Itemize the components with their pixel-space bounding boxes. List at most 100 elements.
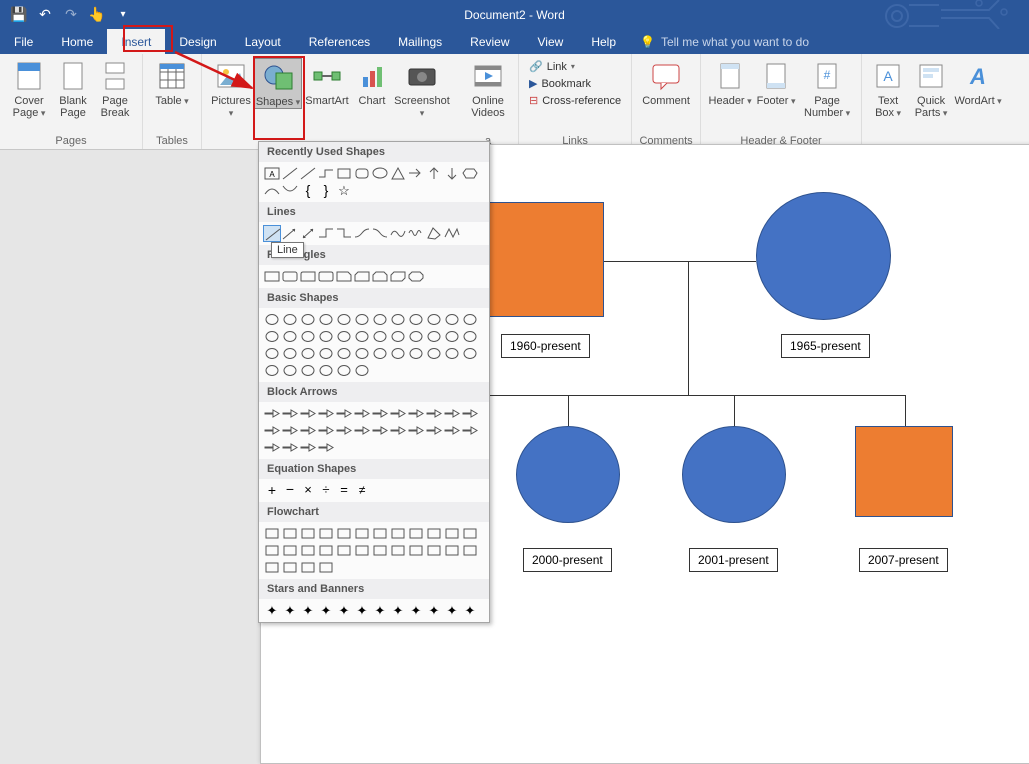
arrow-shape-icon[interactable] bbox=[371, 422, 389, 439]
star-shape-icon[interactable]: ✦ bbox=[299, 602, 317, 619]
eq-eq-icon[interactable]: = bbox=[335, 482, 353, 499]
smartart-button[interactable]: SmartArt bbox=[302, 58, 352, 107]
wordart-button[interactable]: A WordArt bbox=[954, 58, 1002, 107]
basic-shape-icon[interactable] bbox=[443, 311, 461, 328]
arrow-shape-icon[interactable] bbox=[281, 439, 299, 456]
line-curve2-icon[interactable] bbox=[371, 225, 389, 242]
rect4-icon[interactable] bbox=[317, 268, 335, 285]
qat-more-icon[interactable]: ▾ bbox=[112, 4, 134, 26]
star-shape-icon[interactable]: ✦ bbox=[263, 602, 281, 619]
basic-shape-icon[interactable] bbox=[353, 362, 371, 379]
shape-brace-l-icon[interactable]: { bbox=[299, 182, 317, 199]
flowchart-shape-icon[interactable] bbox=[281, 542, 299, 559]
redo-icon[interactable]: ↷ bbox=[60, 4, 82, 26]
basic-shape-icon[interactable] bbox=[353, 345, 371, 362]
star-shape-icon[interactable]: ✦ bbox=[317, 602, 335, 619]
flowchart-shape-icon[interactable] bbox=[389, 525, 407, 542]
flowchart-shape-icon[interactable] bbox=[371, 525, 389, 542]
flowchart-shape-icon[interactable] bbox=[407, 525, 425, 542]
cover-page-button[interactable]: Cover Page bbox=[6, 58, 52, 119]
label-4[interactable]: 2001-present bbox=[689, 548, 778, 572]
label-5[interactable]: 2007-present bbox=[859, 548, 948, 572]
rect2-icon[interactable] bbox=[281, 268, 299, 285]
flowchart-shape-icon[interactable] bbox=[263, 559, 281, 576]
tell-me-search[interactable]: 💡 Tell me what you want to do bbox=[640, 29, 809, 54]
flowchart-shape-icon[interactable] bbox=[335, 542, 353, 559]
shape-textbox-icon[interactable]: A bbox=[263, 165, 281, 182]
eq-plus-icon[interactable]: + bbox=[263, 482, 281, 499]
basic-shape-icon[interactable] bbox=[317, 311, 335, 328]
shape-tri-icon[interactable] bbox=[389, 165, 407, 182]
flowchart-shape-icon[interactable] bbox=[263, 542, 281, 559]
flowchart-shape-icon[interactable] bbox=[461, 525, 479, 542]
tab-references[interactable]: References bbox=[295, 29, 384, 54]
arrow-shape-icon[interactable] bbox=[371, 405, 389, 422]
shape-star-icon[interactable]: ☆ bbox=[335, 182, 353, 199]
arrow-shape-icon[interactable] bbox=[425, 422, 443, 439]
flowchart-shape-icon[interactable] bbox=[389, 542, 407, 559]
arrow-shape-icon[interactable] bbox=[263, 405, 281, 422]
flowchart-shape-icon[interactable] bbox=[461, 542, 479, 559]
rect9-icon[interactable] bbox=[407, 268, 425, 285]
arrow-shape-icon[interactable] bbox=[425, 405, 443, 422]
flowchart-shape-icon[interactable] bbox=[281, 559, 299, 576]
shape-connector-icon[interactable] bbox=[317, 165, 335, 182]
rect8-icon[interactable] bbox=[389, 268, 407, 285]
basic-shape-icon[interactable] bbox=[407, 345, 425, 362]
arrow-shape-icon[interactable] bbox=[299, 405, 317, 422]
basic-shape-icon[interactable] bbox=[263, 362, 281, 379]
shape-circle-1[interactable] bbox=[756, 192, 891, 320]
shape-curve-icon[interactable] bbox=[263, 182, 281, 199]
basic-shape-icon[interactable] bbox=[317, 328, 335, 345]
comment-button[interactable]: Comment bbox=[638, 58, 694, 107]
arrow-shape-icon[interactable] bbox=[389, 405, 407, 422]
basic-shape-icon[interactable] bbox=[389, 328, 407, 345]
basic-shape-icon[interactable] bbox=[335, 328, 353, 345]
basic-shape-icon[interactable] bbox=[335, 311, 353, 328]
page-break-button[interactable]: Page Break bbox=[94, 58, 136, 119]
rect1-icon[interactable] bbox=[263, 268, 281, 285]
shape-oval-icon[interactable] bbox=[371, 165, 389, 182]
basic-shape-icon[interactable] bbox=[317, 345, 335, 362]
flowchart-shape-icon[interactable] bbox=[335, 525, 353, 542]
shape-circle-3[interactable] bbox=[682, 426, 786, 523]
eq-minus-icon[interactable]: − bbox=[281, 482, 299, 499]
star-shape-icon[interactable]: ✦ bbox=[443, 602, 461, 619]
shape-circle-2[interactable] bbox=[516, 426, 620, 523]
star-shape-icon[interactable]: ✦ bbox=[461, 602, 479, 619]
shape-arrow-u-icon[interactable] bbox=[425, 165, 443, 182]
line-free-icon[interactable] bbox=[389, 225, 407, 242]
star-shape-icon[interactable]: ✦ bbox=[371, 602, 389, 619]
arrow-shape-icon[interactable] bbox=[443, 422, 461, 439]
shape-curve2-icon[interactable] bbox=[281, 182, 299, 199]
basic-shape-icon[interactable] bbox=[263, 311, 281, 328]
shape-arrow-r-icon[interactable] bbox=[407, 165, 425, 182]
rect5-icon[interactable] bbox=[335, 268, 353, 285]
arrow-shape-icon[interactable] bbox=[317, 405, 335, 422]
arrow-shape-icon[interactable] bbox=[407, 422, 425, 439]
basic-shape-icon[interactable] bbox=[263, 345, 281, 362]
line-double-icon[interactable] bbox=[299, 225, 317, 242]
flowchart-shape-icon[interactable] bbox=[317, 525, 335, 542]
rect6-icon[interactable] bbox=[353, 268, 371, 285]
line-scribble-icon[interactable] bbox=[407, 225, 425, 242]
basic-shape-icon[interactable] bbox=[389, 311, 407, 328]
save-icon[interactable]: 💾 bbox=[8, 4, 30, 26]
arrow-shape-icon[interactable] bbox=[263, 439, 281, 456]
arrow-shape-icon[interactable] bbox=[299, 422, 317, 439]
star-shape-icon[interactable]: ✦ bbox=[335, 602, 353, 619]
shape-square-1[interactable] bbox=[478, 202, 604, 317]
basic-shape-icon[interactable] bbox=[281, 345, 299, 362]
basic-shape-icon[interactable] bbox=[299, 362, 317, 379]
tab-review[interactable]: Review bbox=[456, 29, 523, 54]
basic-shape-icon[interactable] bbox=[353, 311, 371, 328]
arrow-shape-icon[interactable] bbox=[389, 422, 407, 439]
shapes-button[interactable]: Shapes bbox=[254, 58, 302, 109]
basic-shape-icon[interactable] bbox=[317, 362, 335, 379]
screenshot-button[interactable]: Screenshot bbox=[392, 58, 452, 119]
shape-brace-r-icon[interactable]: } bbox=[317, 182, 335, 199]
flowchart-shape-icon[interactable] bbox=[281, 525, 299, 542]
flowchart-shape-icon[interactable] bbox=[317, 559, 335, 576]
flowchart-shape-icon[interactable] bbox=[299, 559, 317, 576]
arrow-shape-icon[interactable] bbox=[461, 422, 479, 439]
